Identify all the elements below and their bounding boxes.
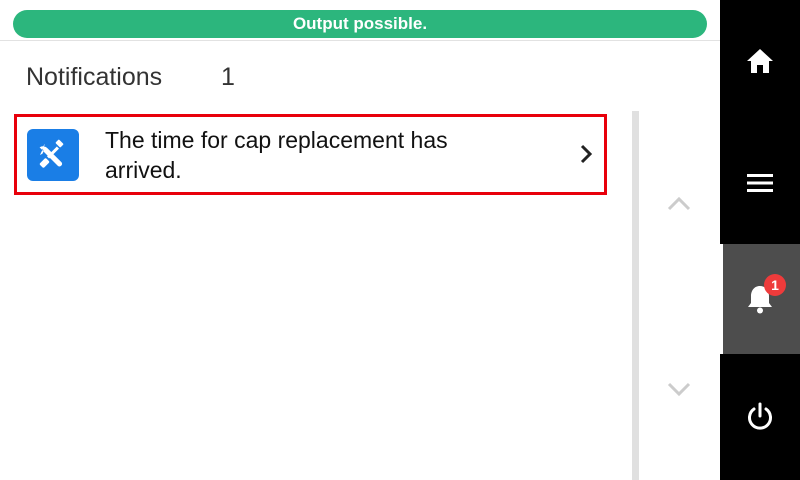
page-title: Notifications: [26, 63, 163, 91]
power-icon: [748, 402, 772, 430]
notifications-screen: Output possible. Notifications 1 The tim…: [0, 0, 800, 480]
power-button[interactable]: [720, 354, 800, 480]
tools-icon: [27, 129, 79, 181]
status-bar: Output possible.: [13, 10, 707, 38]
scrollbar-track[interactable]: [632, 111, 639, 480]
menu-icon: [747, 174, 773, 192]
chevron-down-icon: [667, 382, 691, 397]
page-header: Notifications 1: [0, 41, 720, 111]
notification-list: The time for cap replacement has arrived…: [0, 111, 632, 480]
home-icon: [747, 49, 773, 73]
notification-badge: 1: [764, 274, 786, 296]
notification-message: The time for cap replacement has arrived…: [105, 127, 448, 183]
menu-button[interactable]: [720, 122, 800, 244]
home-button[interactable]: [720, 0, 800, 122]
notifications-button[interactable]: 1: [720, 244, 800, 354]
notification-count: 1: [221, 63, 235, 91]
scroll-controls: [639, 111, 720, 480]
active-indicator: [720, 244, 723, 354]
status-text: Output possible.: [292, 14, 428, 33]
sidebar: 1: [720, 0, 800, 480]
scroll-up-button[interactable]: [659, 189, 699, 219]
chevron-right-icon: [580, 144, 593, 164]
notification-item[interactable]: The time for cap replacement has arrived…: [14, 114, 607, 195]
chevron-up-icon: [667, 196, 691, 211]
scroll-down-button[interactable]: [659, 374, 699, 404]
